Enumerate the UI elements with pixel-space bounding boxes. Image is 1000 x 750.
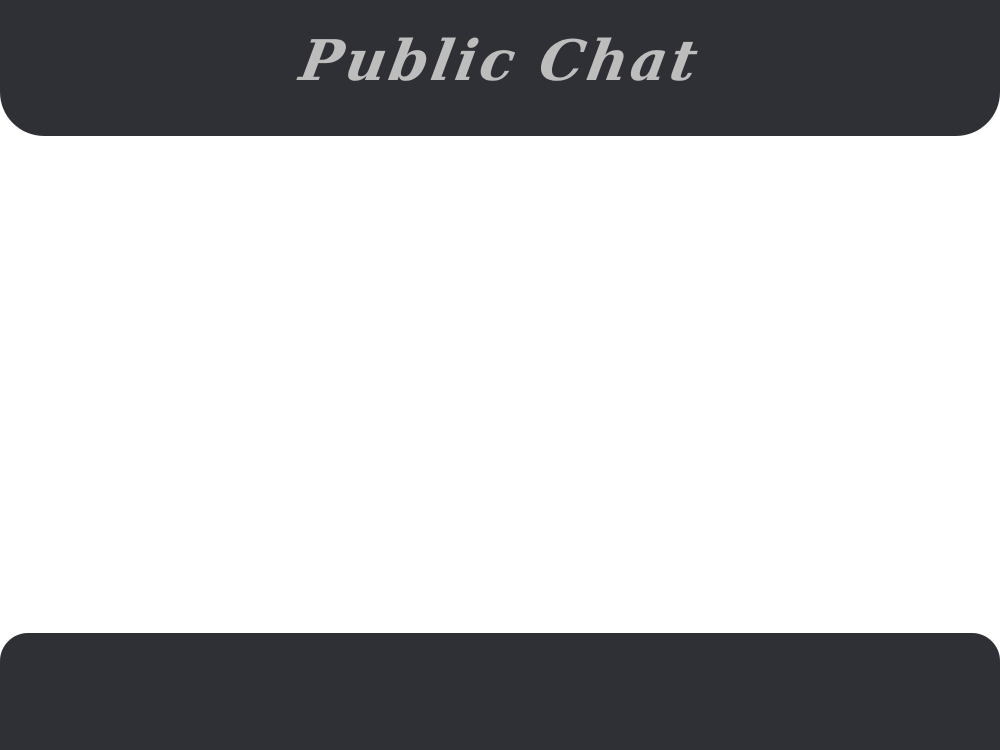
public-chat-app: Public Chat <box>0 0 1000 750</box>
chat-footer <box>0 633 1000 750</box>
page-title: Public Chat <box>294 28 706 94</box>
message-area <box>0 136 1000 633</box>
chat-header: Public Chat <box>0 0 1000 136</box>
